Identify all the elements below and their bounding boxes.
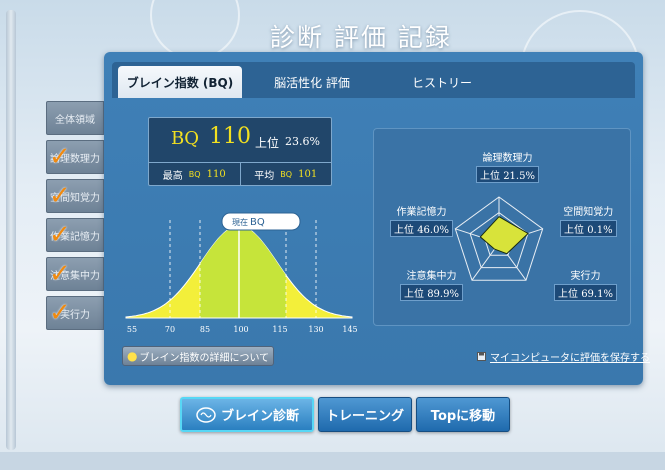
button-label: ブレイン診断 bbox=[220, 409, 299, 424]
rank-percent: 46.0% bbox=[417, 225, 449, 236]
rank-percent: 69.1% bbox=[581, 289, 613, 300]
tab-label: 脳活性化 評価 bbox=[274, 75, 350, 90]
bq-label: BQ bbox=[171, 128, 199, 149]
bq-rank-label: 上位 bbox=[255, 136, 280, 150]
bq-rank-percent: 23.6% bbox=[285, 135, 320, 148]
tab-label: ヒストリー bbox=[411, 75, 472, 90]
current-bq-marker: 現在 BQ bbox=[221, 212, 301, 231]
bq-value: 110 bbox=[209, 124, 251, 149]
checkmark-icon: ✓ bbox=[49, 142, 71, 172]
radar-axis-name: 作業記憶力 bbox=[396, 207, 447, 218]
button-label: トレーニング bbox=[325, 409, 404, 424]
background-ring bbox=[150, 0, 240, 60]
radar-axis-value: 上位 21.5% bbox=[476, 166, 539, 183]
bq-max-value: 110 bbox=[206, 169, 226, 180]
save-link-label: マイコンピュータに評価を保存する bbox=[490, 353, 650, 364]
rank-label: 上位 bbox=[480, 171, 500, 182]
save-to-computer-link[interactable]: マイコンピュータに評価を保存する bbox=[477, 349, 650, 364]
bq-details-button[interactable]: ● ブレイン指数の詳細について bbox=[122, 346, 274, 366]
bq-main-score: BQ 110 上位 23.6% bbox=[149, 118, 331, 161]
rank-label: 上位 bbox=[564, 225, 584, 236]
marker-label: BQ bbox=[250, 217, 265, 228]
radar-label-attention: 注意集中力 上位 89.9% bbox=[400, 267, 463, 301]
background-left-bar bbox=[6, 10, 16, 450]
x-tick: 55 bbox=[127, 325, 137, 334]
rank-percent: 89.9% bbox=[427, 289, 459, 300]
bq-max-unit: BQ bbox=[188, 170, 201, 179]
side-tab-working-memory[interactable]: ✓ 作業記憶力 bbox=[46, 218, 104, 252]
radar-axis-name: 注意集中力 bbox=[406, 271, 457, 282]
radar-axis-name: 空間知覚力 bbox=[563, 207, 614, 218]
bq-sub-scores: 最高 BQ 110 平均 BQ 101 bbox=[149, 162, 331, 186]
checkmark-icon: ✓ bbox=[49, 259, 71, 289]
tab-label: ブレイン指数 (BQ) bbox=[126, 75, 234, 90]
x-tick: 100 bbox=[233, 325, 248, 334]
side-tab-execution[interactable]: ✓ 実行力 bbox=[46, 296, 104, 330]
bq-max: 最高 BQ 110 bbox=[149, 163, 240, 186]
lightbulb-icon: ● bbox=[127, 349, 138, 363]
background-footer-bar bbox=[0, 452, 665, 470]
bq-average: 平均 BQ 101 bbox=[239, 163, 332, 186]
tab-bar: ブレイン指数 (BQ) 脳活性化 評価 ヒストリー bbox=[112, 62, 635, 98]
x-tick: 85 bbox=[200, 325, 210, 334]
side-tab-spatial[interactable]: ✓ 空間知覚力 bbox=[46, 179, 104, 213]
radar-axis-value: 上位 46.0% bbox=[390, 220, 453, 237]
side-tab-list: 全体領域 ✓ 論理数理力 ✓ 空間知覚力 ✓ 作業記憶力 ✓ 注意集中力 ✓ 実行力 bbox=[46, 101, 104, 335]
checkmark-icon: ✓ bbox=[49, 181, 71, 211]
x-tick: 70 bbox=[165, 325, 175, 334]
side-tab-logic[interactable]: ✓ 論理数理力 bbox=[46, 140, 104, 174]
brain-icon bbox=[196, 406, 216, 423]
brain-diagnosis-button[interactable]: ブレイン診断 bbox=[180, 397, 314, 432]
button-label: Topに移動 bbox=[430, 409, 496, 424]
radar-axis-name: 実行力 bbox=[570, 271, 601, 282]
tab-brain-quotient[interactable]: ブレイン指数 (BQ) bbox=[118, 66, 242, 98]
tab-history[interactable]: ヒストリー bbox=[380, 66, 504, 98]
rank-percent: 0.1% bbox=[587, 225, 613, 236]
radar-label-spatial: 空間知覚力 上位 0.1% bbox=[560, 203, 617, 237]
rank-label: 上位 bbox=[404, 289, 424, 300]
floppy-disk-icon bbox=[477, 352, 486, 361]
go-to-top-button[interactable]: Topに移動 bbox=[416, 397, 510, 432]
radar-chart-panel: 論理数理力 上位 21.5% 空間知覚力 上位 0.1% 実行力 上位 69.1… bbox=[373, 128, 631, 326]
side-tab-label: 全体領域 bbox=[55, 114, 95, 126]
bq-max-label: 最高 bbox=[162, 171, 183, 182]
bq-avg-value: 101 bbox=[298, 169, 318, 180]
side-tab-overall[interactable]: 全体領域 bbox=[46, 101, 104, 135]
bq-avg-unit: BQ bbox=[280, 170, 293, 179]
radar-label-execution: 実行力 上位 69.1% bbox=[554, 267, 617, 301]
radar-label-working-memory: 作業記憶力 上位 46.0% bbox=[390, 203, 453, 237]
tab-brain-activation[interactable]: 脳活性化 評価 bbox=[250, 66, 374, 98]
x-axis-ticks: 55 70 85 100 115 130 145 bbox=[127, 325, 358, 334]
bq-details-label: ブレイン指数の詳細について bbox=[139, 352, 270, 364]
bq-score-box: BQ 110 上位 23.6% 最高 BQ 110 平均 BQ 101 bbox=[148, 117, 332, 186]
rank-label: 上位 bbox=[394, 225, 414, 236]
checkmark-icon: ✓ bbox=[49, 220, 71, 250]
page-title: 診断 評価 記録 bbox=[270, 23, 452, 52]
radar-axis-value: 上位 89.9% bbox=[400, 284, 463, 301]
checkmark-icon: ✓ bbox=[49, 298, 71, 328]
radar-axis-value: 上位 0.1% bbox=[560, 220, 617, 237]
x-tick: 115 bbox=[272, 325, 287, 334]
rank-percent: 21.5% bbox=[503, 171, 535, 182]
radar-label-logic: 論理数理力 上位 21.5% bbox=[476, 149, 539, 183]
bq-avg-label: 平均 bbox=[254, 171, 275, 182]
radar-axis-name: 論理数理力 bbox=[482, 153, 533, 164]
radar-axis-value: 上位 69.1% bbox=[554, 284, 617, 301]
side-tab-attention[interactable]: ✓ 注意集中力 bbox=[46, 257, 104, 291]
bq-distribution-chart: 現在 BQ 55 70 85 100 115 130 145 bbox=[125, 212, 358, 334]
marker-prefix: 現在 bbox=[232, 217, 248, 227]
x-tick: 130 bbox=[308, 325, 323, 334]
x-tick: 145 bbox=[342, 325, 357, 334]
rank-label: 上位 bbox=[558, 289, 578, 300]
training-button[interactable]: トレーニング bbox=[318, 397, 412, 432]
